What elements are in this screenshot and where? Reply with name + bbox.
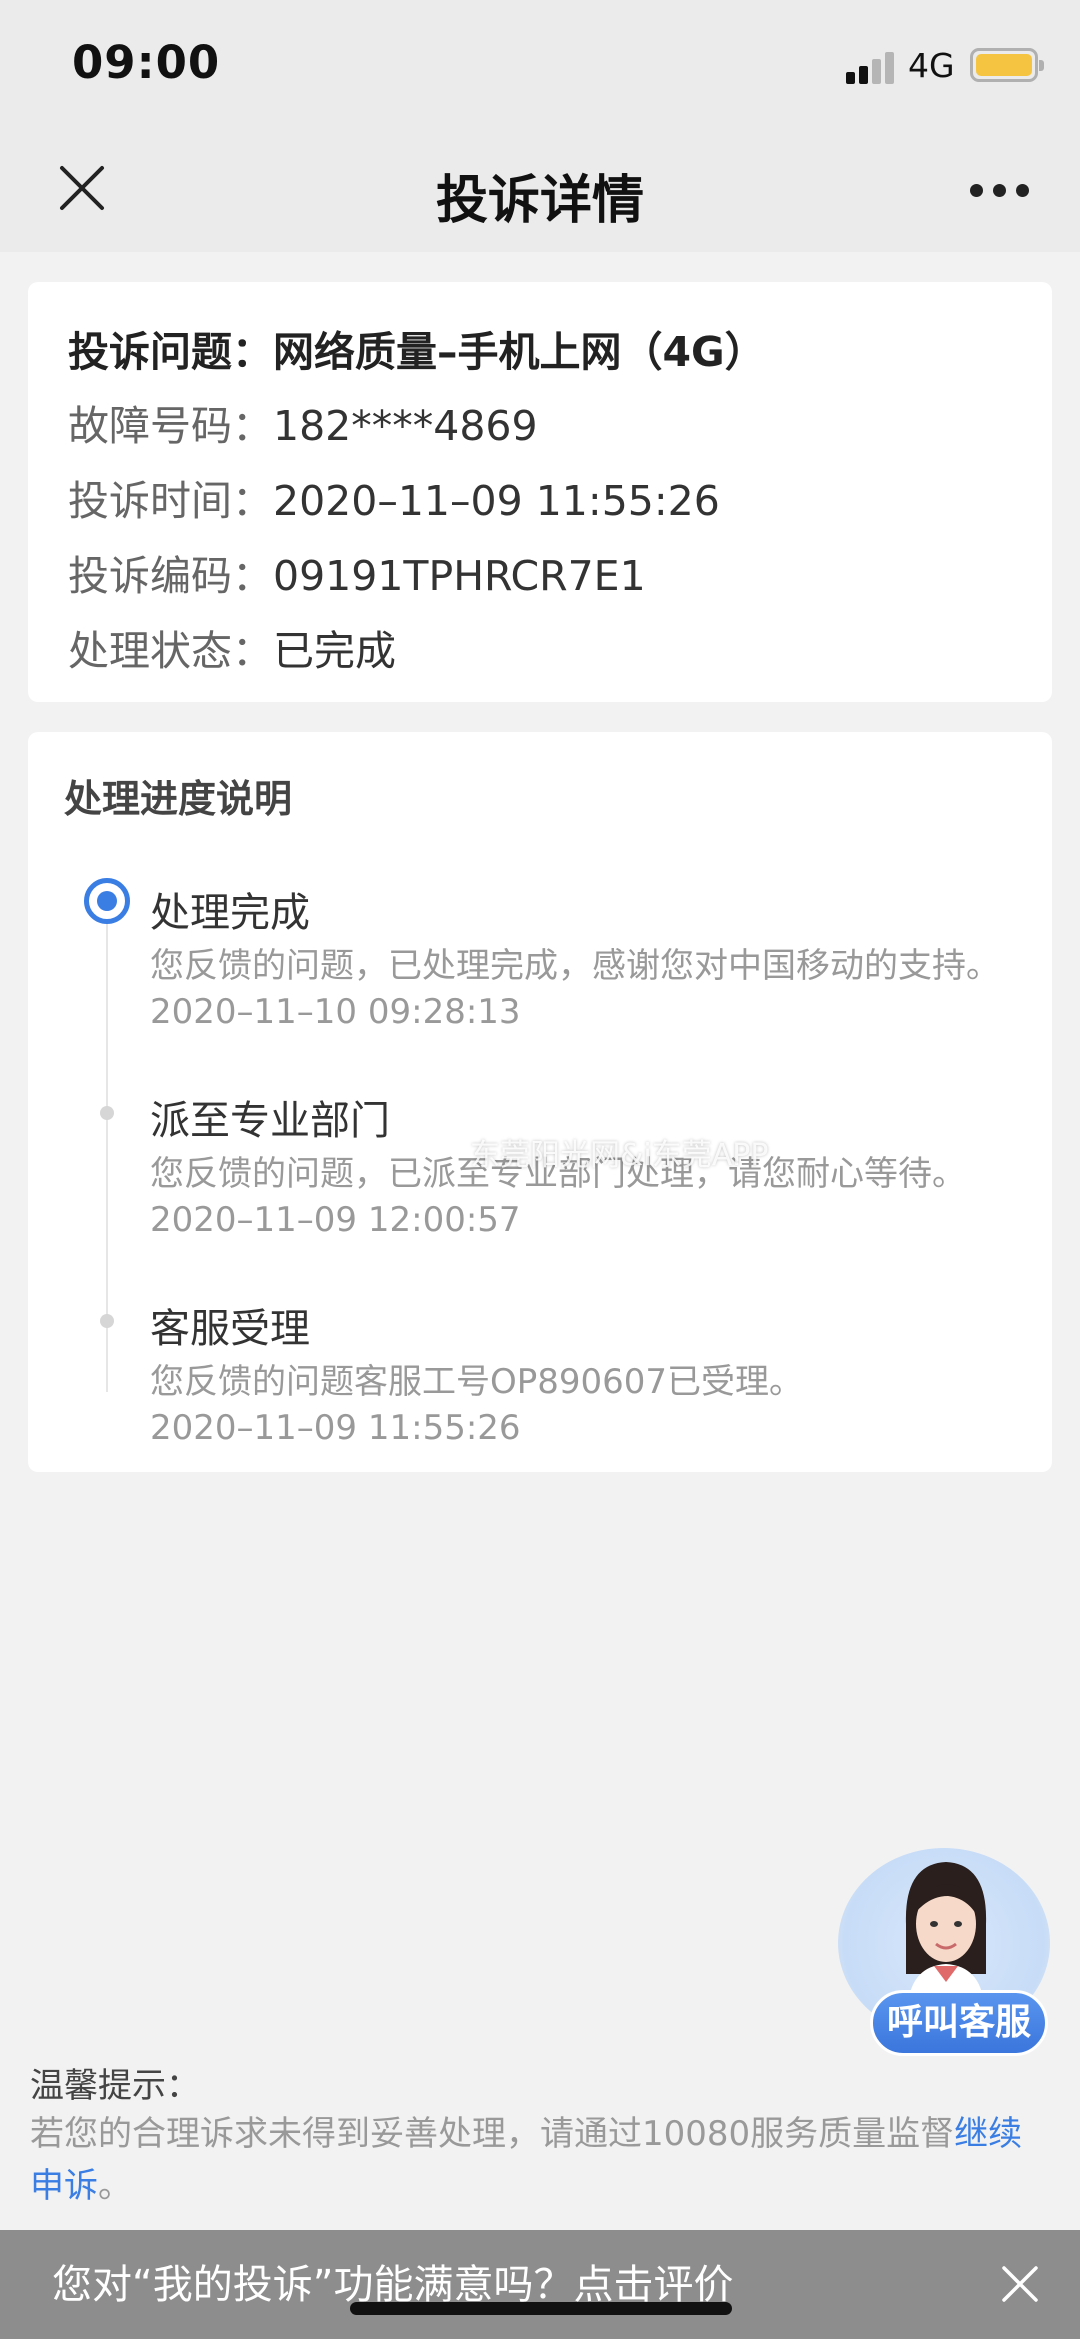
complaint-info-card: 投诉问题：网络质量–手机上网（4G） 故障号码：182****4869 投诉时间… [28,282,1052,702]
step-title: 客服受理 [150,1306,310,1352]
complaint-code-value: 09191TPHRCR7E1 [273,552,646,600]
call-service-button[interactable]: 呼叫客服 [870,1990,1048,2056]
signal-icon [846,48,898,84]
issue-value: 网络质量–手机上网（4G） [273,328,766,376]
battery-icon [970,48,1044,82]
feedback-banner[interactable]: 您对“我的投诉”功能满意吗？点击评价 [0,2230,1080,2339]
tips-heading: 温馨提示： [30,2066,200,2106]
timeline-dot-icon [100,1106,114,1120]
step-description: 您反馈的问题客服工号OP890607已受理。 [150,1362,804,1402]
issue-row: 投诉问题：网络质量–手机上网（4G） [68,318,766,378]
fault-number-label: 故障号码： [68,402,273,450]
tips-end: 。 [98,2166,132,2206]
step-time: 2020–11–09 11:55:26 [150,1408,521,1448]
watermark: 东莞阳光网&i东莞APP [470,1138,769,1173]
timeline-active-icon [84,878,130,924]
banner-close-icon[interactable] [1000,2264,1040,2304]
step-time: 2020–11–10 09:28:13 [150,992,521,1032]
complaint-time-row: 投诉时间：2020–11–09 11:55:26 [68,467,720,527]
status-time: 09:00 [72,36,221,89]
page-title: 投诉详情 [435,171,644,231]
tips-text: 若您的合理诉求未得到妥善处理，请通过10080服务质量监督继续申诉。 [30,2108,1040,2212]
timeline-dot-icon [100,1314,114,1328]
home-indicator [350,2302,732,2315]
network-type: 4G [908,46,955,85]
complaint-time-value: 2020–11–09 11:55:26 [273,477,720,525]
fault-number-row: 故障号码：182****4869 [68,392,538,452]
status-value: 已完成 [273,627,396,675]
complaint-code-label: 投诉编码： [68,552,273,600]
progress-heading: 处理进度说明 [64,777,293,821]
status-bar: 09:00 4G [0,0,1080,132]
fault-number-value: 182****4869 [273,402,538,450]
progress-card: 处理进度说明 处理完成 您反馈的问题，已处理完成，感谢您对中国移动的支持。 20… [28,732,1052,1472]
complaint-time-label: 投诉时间： [68,477,273,525]
status-row: 处理状态：已完成 [68,617,396,677]
tips-body: 若您的合理诉求未得到妥善处理，请通过10080服务质量监督 [30,2114,955,2154]
more-icon[interactable] [970,184,1030,198]
nav-bar: 投诉详情 [0,132,1080,252]
issue-label: 投诉问题： [68,328,273,376]
step-time: 2020–11–09 12:00:57 [150,1200,521,1240]
agent-portrait-icon [905,1862,987,2004]
complaint-code-row: 投诉编码：09191TPHRCR7E1 [68,542,646,602]
step-description: 您反馈的问题，已处理完成，感谢您对中国移动的支持。 [150,946,1000,986]
step-title: 派至专业部门 [150,1098,390,1144]
step-title: 处理完成 [150,890,310,936]
status-label: 处理状态： [68,627,273,675]
